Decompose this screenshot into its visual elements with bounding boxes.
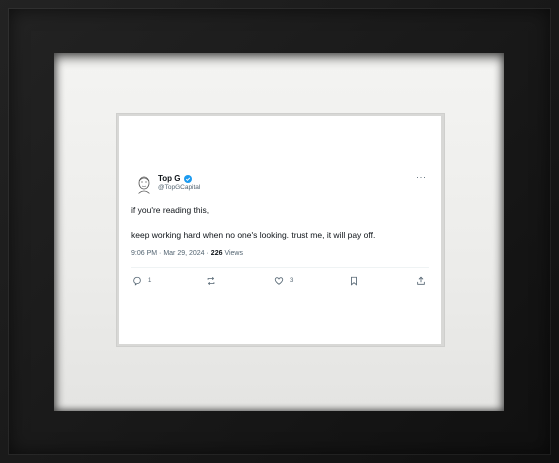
tweet-time[interactable]: 9:06 PM (131, 250, 157, 257)
tweet-card: Top G @TopGCapital ··· if you're reading… (119, 116, 441, 344)
author-row: Top G (158, 174, 192, 183)
reply-icon (133, 276, 141, 286)
avatar-sketch-icon (133, 173, 155, 195)
share-icon (417, 276, 425, 285)
more-options-button[interactable]: ··· (416, 172, 427, 182)
author-handle[interactable]: @TopGCapital (158, 184, 200, 191)
reply-button[interactable]: 1 (132, 276, 151, 286)
tweet-date[interactable]: Mar 29, 2024 (163, 250, 204, 257)
tweet-text-line-2: keep working hard when no one's looking.… (131, 230, 376, 240)
views-label: Views (224, 250, 243, 257)
reply-count: 1 (148, 278, 152, 284)
heart-icon (274, 277, 284, 285)
tweet-text-line-1: if you're reading this, (131, 205, 210, 215)
share-button[interactable] (416, 276, 426, 286)
repost-icon (207, 276, 215, 286)
verified-badge-icon (183, 174, 192, 183)
like-count: 3 (290, 278, 294, 284)
bookmark-button[interactable] (349, 276, 359, 286)
bookmark-icon (351, 276, 357, 286)
views-count: 226 (210, 250, 223, 257)
tweet-meta: 9:06 PM · Mar 29, 2024 · 226 Views (131, 250, 243, 257)
divider (131, 267, 429, 268)
repost-button[interactable] (206, 276, 216, 286)
avatar[interactable] (133, 173, 155, 195)
like-button[interactable]: 3 (274, 276, 293, 286)
author-name[interactable]: Top G (158, 174, 181, 183)
